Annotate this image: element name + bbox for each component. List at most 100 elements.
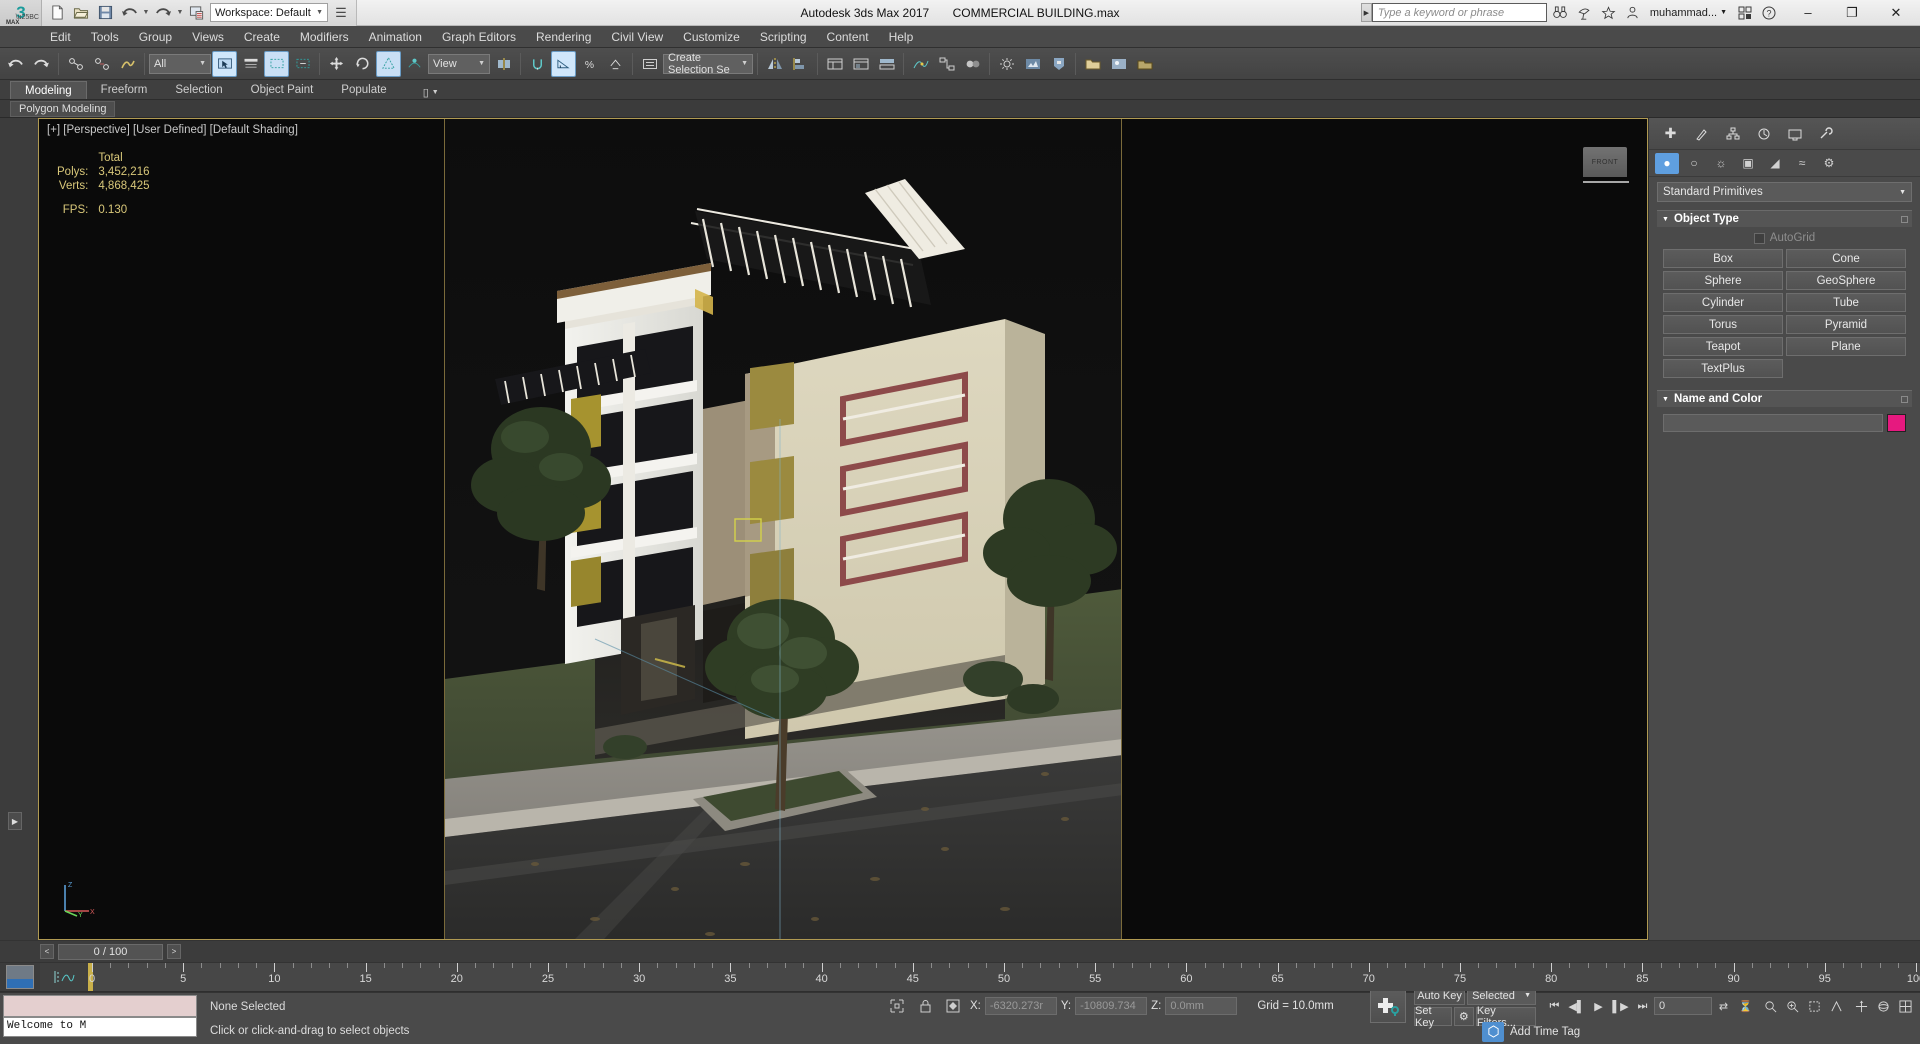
menu-item-graph-editors[interactable]: Graph Editors <box>432 26 526 48</box>
project-folder-icon[interactable] <box>186 3 208 23</box>
minimize-button[interactable]: – <box>1786 0 1830 26</box>
timeline-ruler[interactable]: 0 5 10 15 20 25 30 35 40 45 50 55 60 65 70 75 80 85 90 95 10… <box>88 963 1920 991</box>
named-selection-set-combo[interactable]: Create Selection Se ▼ <box>663 52 753 76</box>
select-by-name-button[interactable] <box>238 51 263 77</box>
mini-curve-editor-swatch[interactable] <box>6 965 34 989</box>
menu-item-group[interactable]: Group <box>129 26 182 48</box>
cone-button[interactable]: Cone <box>1786 249 1906 268</box>
view-cube[interactable]: FRONT <box>1583 147 1629 189</box>
viewport-expander-icon[interactable]: ▶ <box>8 812 22 830</box>
y-coordinate-field[interactable]: -10809.734 <box>1075 997 1148 1015</box>
align-button[interactable] <box>788 51 813 77</box>
cameras-category-icon[interactable]: ▣ <box>1736 153 1760 174</box>
bind-to-space-warp-button[interactable] <box>115 51 140 77</box>
menu-item-customize[interactable]: Customize <box>673 26 750 48</box>
material-editor-button[interactable] <box>960 51 985 77</box>
perspective-viewport[interactable]: [+] [Perspective] [User Defined] [Defaul… <box>38 118 1648 940</box>
search-icon[interactable] <box>1550 2 1571 23</box>
menu-item-animation[interactable]: Animation <box>359 26 432 48</box>
cylinder-button[interactable]: Cylinder <box>1663 293 1783 312</box>
unlink-selection-button[interactable] <box>89 51 114 77</box>
ribbon-tab-modeling[interactable]: Modeling <box>10 81 87 99</box>
geometry-category-icon[interactable]: ● <box>1655 152 1679 174</box>
systems-category-icon[interactable]: ⚙ <box>1817 153 1841 174</box>
redo-icon[interactable] <box>152 3 174 23</box>
object-name-input[interactable] <box>1663 414 1883 432</box>
toggle-scene-explorer-button[interactable] <box>848 51 873 77</box>
viewport-label[interactable]: [+] [Perspective] [User Defined] [Defaul… <box>47 124 298 136</box>
close-button[interactable]: ✕ <box>1874 0 1918 26</box>
menu-item-scripting[interactable]: Scripting <box>750 26 817 48</box>
pin-icon[interactable] <box>1901 395 1908 403</box>
help-icon[interactable]: ? <box>1758 2 1779 23</box>
app-menu-button[interactable]: 3 MAX \u25BC <box>0 0 42 26</box>
schematic-view-button[interactable] <box>934 51 959 77</box>
menu-item-civil-view[interactable]: Civil View <box>601 26 673 48</box>
curve-editor-button[interactable] <box>908 51 933 77</box>
undo-icon[interactable] <box>118 3 140 23</box>
undo-button[interactable] <box>3 51 28 77</box>
name-and-color-rollout-header[interactable]: ▼ Name and Color <box>1657 390 1912 407</box>
maxscript-pink-field[interactable] <box>3 995 197 1017</box>
select-and-rotate-button[interactable] <box>350 51 375 77</box>
reference-coordinate-combo[interactable]: View ▼ <box>428 53 490 74</box>
help-signin-icon[interactable] <box>1622 2 1643 23</box>
mini-curve-editor-toggle[interactable] <box>40 963 88 991</box>
zoom-tool-button[interactable] <box>1760 996 1781 1016</box>
teapot-button[interactable]: Teapot <box>1663 337 1783 356</box>
key-mode-toggle-button[interactable]: ⇄ <box>1713 996 1734 1016</box>
primitive-category-combo[interactable]: Standard Primitives ▼ <box>1657 182 1912 202</box>
user-account-menu[interactable]: muhammad... ▼ <box>1646 7 1731 19</box>
new-file-icon[interactable] <box>46 3 68 23</box>
plane-button[interactable]: Plane <box>1786 337 1906 356</box>
window-crossing-toggle-button[interactable] <box>290 51 315 77</box>
snaps-toggle-button[interactable] <box>525 51 550 77</box>
maximize-viewport-toggle-button[interactable] <box>1895 996 1916 1016</box>
selection-lock-toggle-icon[interactable] <box>914 996 936 1016</box>
lights-category-icon[interactable]: ☼ <box>1709 153 1733 174</box>
geosphere-button[interactable]: GeoSphere <box>1786 271 1906 290</box>
orbit-view-button[interactable] <box>1873 996 1894 1016</box>
torus-button[interactable]: Torus <box>1663 315 1783 334</box>
workspace-selector[interactable]: Workspace: Default ▼ <box>210 3 328 22</box>
play-animation-button[interactable]: ▶ <box>1588 996 1609 1016</box>
ribbon-tab-object-paint[interactable]: Object Paint <box>237 81 328 99</box>
favorites-star-icon[interactable] <box>1598 2 1619 23</box>
asset-tracking-button[interactable] <box>1106 51 1131 77</box>
percent-snap-toggle-button[interactable]: % <box>577 51 602 77</box>
communication-center-icon[interactable] <box>1574 2 1595 23</box>
absolute-relative-mode-icon[interactable] <box>942 996 964 1016</box>
ribbon-tab-populate[interactable]: Populate <box>327 81 400 99</box>
add-time-tag-label[interactable]: Add Time Tag <box>1510 1026 1580 1038</box>
menu-item-tools[interactable]: Tools <box>81 26 129 48</box>
modify-tab-icon[interactable] <box>1690 122 1713 145</box>
sphere-button[interactable]: Sphere <box>1663 271 1783 290</box>
menu-item-help[interactable]: Help <box>879 26 924 48</box>
selection-lock-region-icon[interactable] <box>886 996 908 1016</box>
qat-customize-icon[interactable]: ☰ <box>330 3 352 23</box>
display-tab-icon[interactable] <box>1783 122 1806 145</box>
select-and-place-button[interactable] <box>402 51 427 77</box>
z-coordinate-field[interactable]: 0.0mm <box>1165 997 1238 1015</box>
ribbon-tab-selection[interactable]: Selection <box>161 81 236 99</box>
current-frame-field[interactable]: 0 / 100 <box>58 943 163 960</box>
time-configuration-button[interactable]: ⏳ <box>1735 996 1756 1016</box>
helpers-category-icon[interactable]: ◢ <box>1763 153 1787 174</box>
menu-item-content[interactable]: Content <box>817 26 879 48</box>
time-slider-next-frame-button[interactable]: > <box>167 944 181 959</box>
field-of-view-button[interactable] <box>1826 996 1847 1016</box>
render-production-button[interactable] <box>1046 51 1071 77</box>
go-to-end-button[interactable]: ⏭ <box>1632 996 1653 1016</box>
box-button[interactable]: Box <box>1663 249 1783 268</box>
textplus-button[interactable]: TextPlus <box>1663 359 1783 378</box>
ribbon-toggle-button[interactable] <box>874 51 899 77</box>
autogrid-row[interactable]: AutoGrid <box>1663 232 1906 244</box>
previous-frame-button[interactable]: ◀▌ <box>1566 996 1587 1016</box>
redo-dropdown-icon[interactable]: ▼ <box>176 9 184 16</box>
exchange-app-store-icon[interactable] <box>1734 2 1755 23</box>
menu-item-views[interactable]: Views <box>182 26 234 48</box>
spinner-snap-toggle-button[interactable] <box>603 51 628 77</box>
hierarchy-tab-icon[interactable] <box>1721 122 1744 145</box>
save-file-icon[interactable] <box>94 3 116 23</box>
shapes-category-icon[interactable]: ○ <box>1682 153 1706 174</box>
